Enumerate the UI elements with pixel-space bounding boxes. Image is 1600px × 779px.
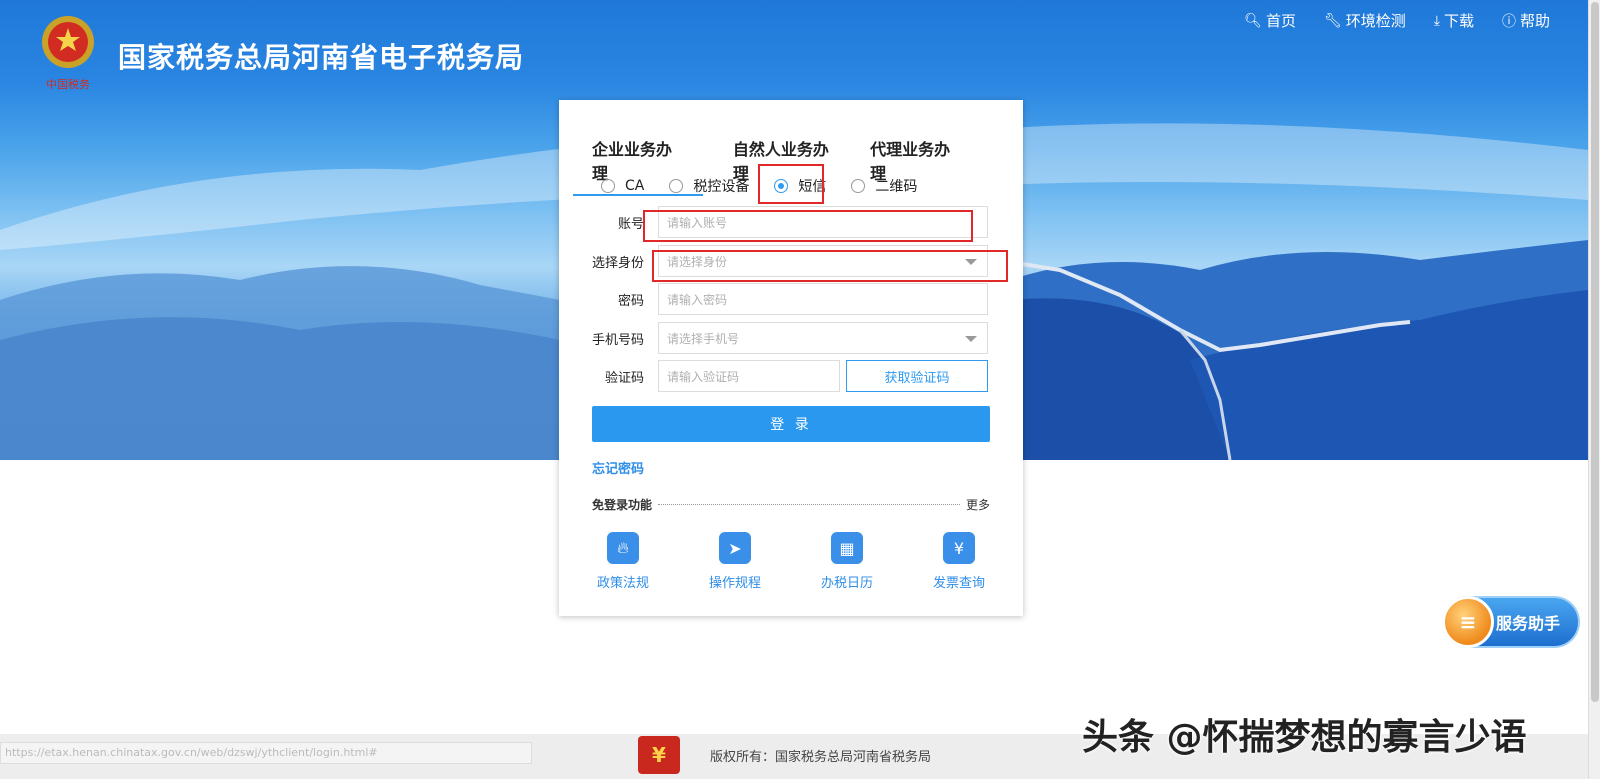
password-label: 密码 — [617, 293, 644, 309]
wrench-icon: 🔧︎ — [1323, 12, 1342, 29]
site-title: 国家税务总局河南省电子税务局 — [118, 41, 525, 74]
status-bar-url: https://etax.henan.chinatax.gov.cn/web/d… — [0, 742, 532, 764]
compass-icon: ➤ — [719, 532, 751, 564]
scrollbar[interactable] — [1588, 0, 1600, 779]
invoice-search-icon: ¥ — [943, 532, 975, 564]
radio-ca[interactable]: CA — [601, 178, 644, 194]
tax-emblem-logo: 中国税务 — [36, 12, 100, 94]
shortcut-procedures-label: 操作规程 — [708, 576, 761, 591]
phone-select[interactable]: 请选择手机号 — [658, 322, 988, 354]
radio-sms-dot — [774, 179, 789, 193]
phone-label: 手机号码 — [592, 332, 645, 348]
nav-help[interactable]: ⓘ 帮助 — [1502, 10, 1550, 31]
nav-home[interactable]: 🔍︎ 首页 — [1244, 10, 1296, 31]
shortcut-list: 🔥︎ 政策法规 ➤ 操作规程 ▦ 办税日历 ¥ 发票查询 — [592, 532, 990, 591]
watermark-text: 头条 @怀揣梦想的寡言少语 — [1082, 717, 1527, 758]
radio-tax-device-dot — [669, 179, 684, 193]
assistant-icon: ≡ — [1442, 596, 1494, 648]
code-label: 验证码 — [604, 370, 644, 386]
password-input[interactable]: 请输入密码 — [658, 283, 988, 315]
download-icon: ⤓ — [1433, 12, 1440, 29]
shortcut-calendar-label: 办税日历 — [820, 576, 873, 591]
account-input[interactable]: 请输入账号 — [658, 206, 988, 238]
more-link[interactable]: 更多 — [966, 496, 990, 513]
help-icon: ⓘ — [1501, 13, 1516, 30]
login-button[interactable]: 登 录 — [592, 406, 990, 442]
shortcut-invoice[interactable]: ¥ 发票查询 — [928, 532, 990, 591]
nav-download-label: 下载 — [1443, 12, 1474, 30]
calendar-icon: ▦ — [831, 532, 863, 564]
nav-help-label: 帮助 — [1519, 12, 1550, 30]
account-row: 账号 请输入账号 — [592, 206, 988, 238]
radio-qrcode[interactable]: 二维码 — [851, 176, 917, 196]
phone-row: 手机号码 请选择手机号 — [592, 322, 988, 354]
nav-home-label: 首页 — [1265, 12, 1296, 30]
get-code-button[interactable]: 获取验证码 — [846, 360, 988, 392]
account-label: 账号 — [617, 216, 644, 232]
free-login-header: 免登录功能 更多 — [592, 496, 990, 513]
chevron-down-icon — [965, 336, 977, 342]
login-method-group: CA 税控设备 短信 二维码 — [601, 176, 942, 196]
page: 中国税务 国家税务总局河南省电子税务局 🔍︎ 首页 🔧︎ 环境检测 ⤓ 下载 ⓘ… — [0, 0, 1600, 779]
svg-text:中国税务: 中国税务 — [46, 77, 90, 91]
top-nav: 🔍︎ 首页 🔧︎ 环境检测 ⤓ 下载 ⓘ 帮助 — [1244, 10, 1550, 31]
code-row: 验证码 请输入验证码 获取验证码 — [592, 360, 988, 392]
shortcut-calendar[interactable]: ▦ 办税日历 — [816, 532, 878, 591]
code-input[interactable]: 请输入验证码 — [658, 360, 840, 392]
shortcut-policy[interactable]: 🔥︎ 政策法规 — [592, 532, 654, 591]
shortcut-invoice-label: 发票查询 — [932, 576, 985, 591]
copyright-text: 版权所有：国家税务总局河南省税务局 — [710, 750, 932, 765]
radio-sms[interactable]: 短信 — [774, 176, 826, 196]
service-assistant-button[interactable]: ≡ 服务助手 — [1442, 596, 1580, 648]
divider — [658, 504, 960, 505]
radio-ca-label: CA — [625, 178, 645, 194]
shortcut-policy-label: 政策法规 — [596, 576, 649, 591]
radio-sms-label: 短信 — [798, 179, 827, 195]
tax-emblem-icon: ¥ — [638, 736, 680, 774]
scrollbar-thumb[interactable] — [1591, 2, 1599, 702]
phone-placeholder: 请选择手机号 — [667, 331, 740, 346]
radio-qrcode-dot — [851, 179, 866, 193]
identity-select[interactable]: 请选择身份 — [658, 245, 988, 277]
service-assistant-label: 服务助手 — [1496, 614, 1561, 633]
forgot-password-link[interactable]: 忘记密码 — [592, 458, 644, 477]
radio-qrcode-label: 二维码 — [875, 179, 918, 195]
shortcut-procedures[interactable]: ➤ 操作规程 — [704, 532, 766, 591]
identity-row: 选择身份 请选择身份 — [592, 245, 988, 277]
radio-ca-dot — [601, 179, 615, 193]
nav-download[interactable]: ⤓ 下载 — [1434, 10, 1474, 31]
login-card: 企业业务办理 自然人业务办理 代理业务办理 CA 税控设备 短信 二维码 账号 … — [559, 100, 1023, 616]
nav-env-check[interactable]: 🔧︎ 环境检测 — [1324, 10, 1406, 31]
identity-placeholder: 请选择身份 — [667, 254, 728, 269]
search-icon: 🔍︎ — [1244, 12, 1262, 29]
identity-label: 选择身份 — [592, 255, 645, 271]
password-row: 密码 请输入密码 — [592, 283, 988, 315]
radio-tax-device[interactable]: 税控设备 — [669, 176, 749, 196]
nav-env-check-label: 环境检测 — [1345, 12, 1406, 30]
chevron-down-icon — [965, 259, 977, 265]
free-login-title: 免登录功能 — [592, 498, 653, 512]
flame-icon: 🔥︎ — [607, 532, 639, 564]
radio-tax-device-label: 税控设备 — [693, 179, 750, 195]
